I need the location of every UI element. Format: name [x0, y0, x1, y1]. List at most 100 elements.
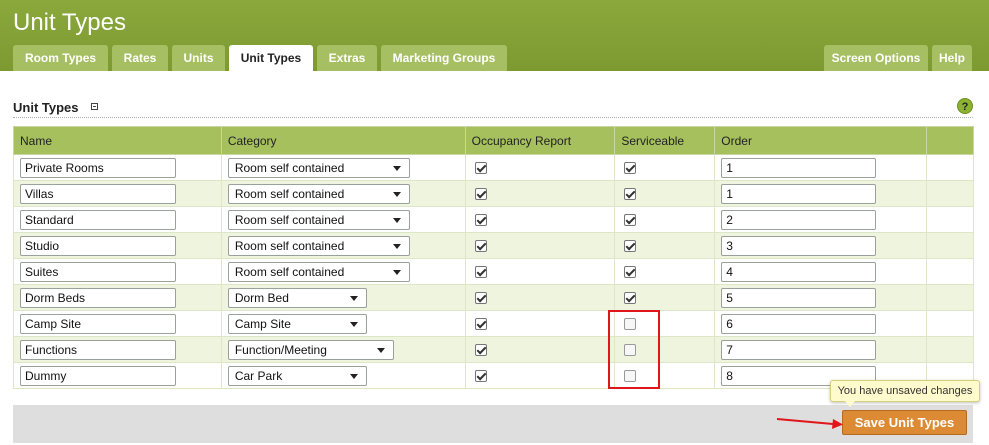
cell-serviceable — [614, 154, 716, 181]
help-tab[interactable]: Help — [932, 45, 972, 71]
cell-order — [714, 258, 928, 285]
unit-type-name-input[interactable] — [20, 183, 176, 204]
chevron-down-icon — [349, 295, 358, 301]
cell-name — [13, 310, 222, 337]
tab-unit-types[interactable]: Unit Types — [229, 45, 313, 71]
order-input[interactable] — [721, 313, 877, 334]
category-select-value: Function/Meeting — [234, 342, 327, 357]
collapse-icon[interactable] — [91, 103, 98, 110]
order-input[interactable] — [721, 235, 877, 256]
category-select[interactable]: Room self contained — [227, 157, 410, 178]
serviceable-checkbox[interactable] — [624, 240, 637, 253]
order-input[interactable] — [721, 157, 877, 178]
cell-name — [13, 284, 222, 311]
order-input[interactable] — [721, 209, 877, 230]
chevron-down-icon — [392, 269, 401, 275]
tab-rates[interactable]: Rates — [112, 45, 168, 71]
order-input[interactable] — [721, 261, 877, 282]
cell-name — [13, 258, 222, 285]
category-select[interactable]: Function/Meeting — [227, 339, 394, 360]
tab-extras[interactable]: Extras — [317, 45, 377, 71]
cell-actions — [926, 154, 974, 181]
chevron-down-icon — [392, 191, 401, 197]
cell-occupancy-report — [464, 362, 616, 389]
cell-occupancy-report — [464, 258, 616, 285]
column-header-order: Order — [714, 126, 928, 155]
section-title: Unit Types — [13, 100, 79, 115]
unit-type-name-input[interactable] — [20, 235, 176, 256]
category-select[interactable]: Room self contained — [227, 261, 410, 282]
occupancy-report-checkbox[interactable] — [474, 188, 487, 201]
column-header-serviceable: Serviceable — [614, 126, 716, 155]
serviceable-checkbox[interactable] — [624, 162, 637, 175]
cell-occupancy-report — [464, 336, 616, 363]
help-icon[interactable]: ? — [957, 98, 973, 114]
occupancy-report-checkbox[interactable] — [474, 318, 487, 331]
screen-options-button[interactable]: Screen Options — [824, 45, 928, 71]
unit-type-name-input[interactable] — [20, 365, 176, 386]
cell-actions — [926, 284, 974, 311]
order-input[interactable] — [721, 339, 877, 360]
unit-type-name-input[interactable] — [20, 209, 176, 230]
cell-name — [13, 154, 222, 181]
cell-occupancy-report — [464, 206, 616, 233]
cell-category: Room self contained — [220, 180, 466, 207]
cell-category: Function/Meeting — [220, 336, 466, 363]
cell-name — [13, 362, 222, 389]
cell-actions — [926, 180, 974, 207]
occupancy-report-checkbox[interactable] — [474, 214, 487, 227]
occupancy-report-checkbox[interactable] — [474, 162, 487, 175]
cell-category: Dorm Bed — [220, 284, 466, 311]
category-select[interactable]: Room self contained — [227, 209, 410, 230]
cell-serviceable — [614, 206, 716, 233]
cell-name — [13, 336, 222, 363]
cell-order — [714, 310, 928, 337]
table-row: Room self contained — [13, 206, 974, 233]
tab-room-types[interactable]: Room Types — [13, 45, 108, 71]
unit-type-name-input[interactable] — [20, 313, 176, 334]
tab-units[interactable]: Units — [172, 45, 225, 71]
table-row: Function/Meeting — [13, 336, 974, 363]
occupancy-report-checkbox[interactable] — [474, 292, 487, 305]
chevron-down-icon — [349, 373, 358, 379]
annotation-arrow-icon — [776, 418, 843, 429]
serviceable-checkbox[interactable] — [624, 292, 637, 305]
cell-category: Room self contained — [220, 206, 466, 233]
unit-type-name-input[interactable] — [20, 339, 176, 360]
cell-category: Camp Site — [220, 310, 466, 337]
category-select-value: Camp Site — [234, 316, 291, 331]
serviceable-checkbox[interactable] — [624, 188, 637, 201]
unit-type-name-input[interactable] — [20, 287, 176, 308]
occupancy-report-checkbox[interactable] — [474, 240, 487, 253]
serviceable-checkbox[interactable] — [624, 214, 637, 227]
column-header-name: Name — [13, 126, 222, 155]
tab-marketing-groups[interactable]: Marketing Groups — [381, 45, 507, 71]
order-input[interactable] — [721, 183, 877, 204]
category-select-value: Room self contained — [234, 212, 345, 227]
cell-serviceable — [614, 258, 716, 285]
order-input[interactable] — [721, 287, 877, 308]
chevron-down-icon — [392, 243, 401, 249]
category-select[interactable]: Dorm Bed — [227, 287, 367, 308]
cell-order — [714, 336, 928, 363]
serviceable-checkbox[interactable] — [624, 266, 637, 279]
cell-order — [714, 180, 928, 207]
category-select[interactable]: Camp Site — [227, 313, 367, 334]
category-select-value: Room self contained — [234, 160, 345, 175]
category-select[interactable]: Car Park — [227, 365, 367, 386]
occupancy-report-checkbox[interactable] — [474, 370, 487, 383]
cell-serviceable — [614, 180, 716, 207]
category-select[interactable]: Room self contained — [227, 183, 410, 204]
category-select[interactable]: Room self contained — [227, 235, 410, 256]
unit-type-name-input[interactable] — [20, 261, 176, 282]
table-row: Dorm Bed — [13, 284, 974, 311]
cell-actions — [926, 336, 974, 363]
table-row: Camp Site — [13, 310, 974, 337]
chevron-down-icon — [376, 347, 385, 353]
save-unit-types-button[interactable]: Save Unit Types — [842, 410, 967, 435]
category-select-value: Room self contained — [234, 186, 345, 201]
table-header-row: Name Category Occupancy Report Serviceab… — [13, 126, 974, 155]
unit-type-name-input[interactable] — [20, 157, 176, 178]
occupancy-report-checkbox[interactable] — [474, 266, 487, 279]
occupancy-report-checkbox[interactable] — [474, 344, 487, 357]
